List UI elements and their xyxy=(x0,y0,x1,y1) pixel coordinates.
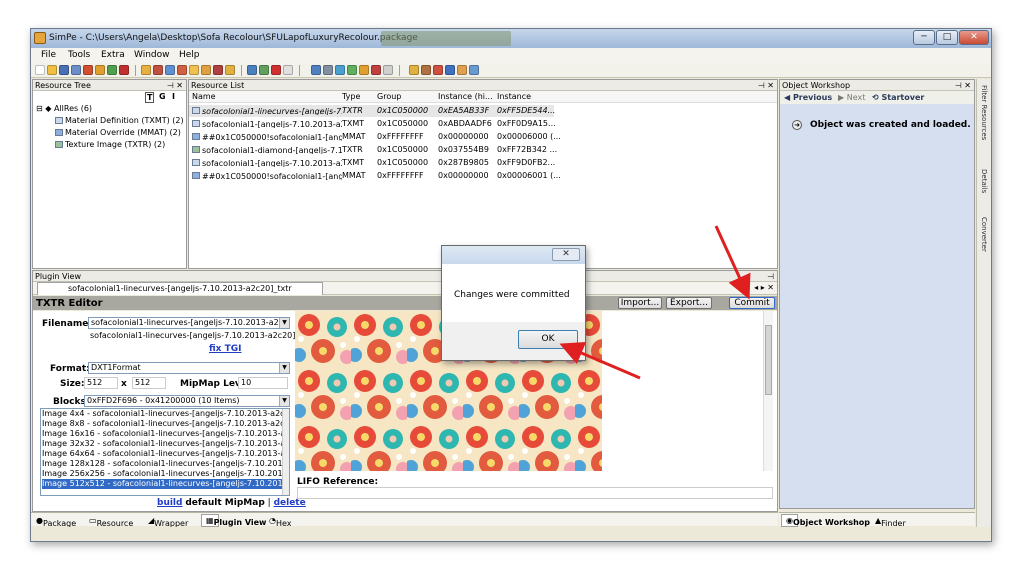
annotation-overlay xyxy=(559,225,751,380)
arrow-to-commit xyxy=(714,225,751,300)
arrow-to-ok xyxy=(559,342,641,380)
